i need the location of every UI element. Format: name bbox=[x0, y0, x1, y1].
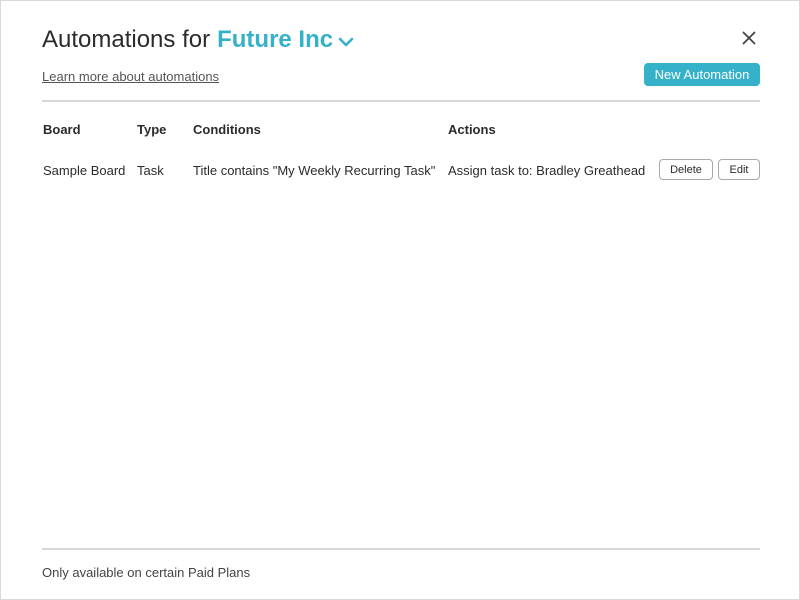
cell-type: Task bbox=[137, 163, 164, 178]
edit-button[interactable]: Edit bbox=[718, 159, 760, 180]
learn-more-link[interactable]: Learn more about automations bbox=[42, 69, 219, 84]
automations-modal: Automations for Future Inc Learn more ab… bbox=[0, 0, 800, 600]
chevron-down-icon bbox=[338, 27, 354, 55]
column-header-type: Type bbox=[137, 122, 167, 137]
close-icon bbox=[742, 31, 756, 50]
column-header-actions: Actions bbox=[448, 122, 496, 137]
org-name: Future Inc bbox=[217, 26, 334, 53]
modal-title: Automations for Future Inc bbox=[42, 25, 354, 55]
cell-board: Sample Board bbox=[43, 163, 126, 178]
delete-button[interactable]: Delete bbox=[659, 159, 713, 180]
header-divider bbox=[42, 100, 760, 102]
column-header-conditions: Conditions bbox=[193, 122, 261, 137]
title-prefix: Automations for bbox=[42, 26, 211, 53]
cell-actions: Assign task to: Bradley Greathead bbox=[448, 163, 646, 178]
org-selector[interactable]: Future Inc bbox=[217, 25, 354, 55]
paid-plans-note: Only available on certain Paid Plans bbox=[42, 565, 251, 580]
column-header-board: Board bbox=[43, 122, 81, 137]
cell-conditions: Title contains "My Weekly Recurring Task… bbox=[193, 163, 436, 178]
close-button[interactable] bbox=[737, 29, 761, 51]
footer-divider bbox=[42, 548, 760, 550]
new-automation-button[interactable]: New Automation bbox=[644, 63, 760, 86]
